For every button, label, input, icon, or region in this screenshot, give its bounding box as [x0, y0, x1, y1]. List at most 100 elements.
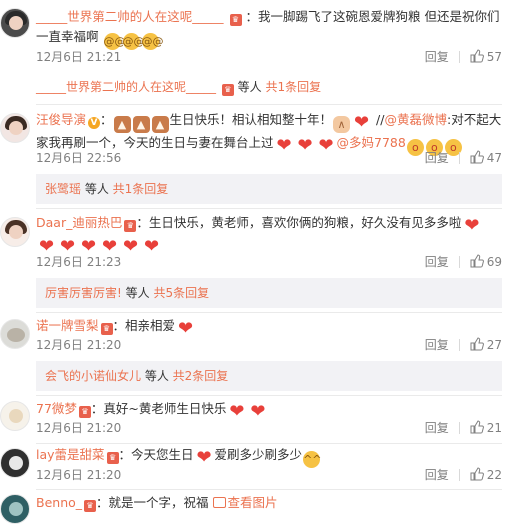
view-image-link[interactable]: 查看图片	[212, 495, 278, 510]
divider	[458, 256, 460, 268]
sub-reply-mid: 等人	[237, 80, 266, 94]
sub-reply-count-link[interactable]: 共1条回复	[266, 80, 322, 94]
comment-body: ：就是一个字，祝福	[96, 495, 209, 510]
fan-medal-icon: ♛	[78, 406, 91, 418]
sub-reply-count-link[interactable]: 共2条回复	[173, 369, 229, 383]
comment-meta: 12月6日 21:21 回复 57	[36, 47, 502, 67]
comment-meta: 12月6日 21:20 回复 21	[36, 418, 502, 438]
clasped-hands-emoji-icon: ∧	[333, 116, 351, 133]
comment-divider	[36, 104, 502, 105]
thumbs-up-icon	[470, 337, 484, 351]
comment-text: _____世界第二帅的人在这呢_____ ♛ ：我一脚踢飞了这碗恩爱牌狗粮 但还…	[36, 7, 502, 50]
comment-time: 12月6日 21:20	[36, 338, 122, 352]
sub-reply-author[interactable]: 张鹭瑶	[45, 182, 81, 196]
reply-button[interactable]: 回复	[425, 252, 449, 272]
like-button[interactable]: 47	[470, 148, 502, 168]
like-button[interactable]: 57	[470, 47, 502, 67]
like-count: 22	[486, 468, 502, 482]
image-icon	[212, 497, 226, 508]
comment-author[interactable]: Benno_	[36, 495, 82, 510]
fan-medal-icon: ♛	[221, 84, 234, 96]
comment-time: 12月6日 21:23	[36, 255, 122, 269]
comment-body: 生日快乐！相认相知整十年！	[169, 112, 333, 127]
like-count: 27	[486, 338, 502, 352]
sub-reply-mid: 等人	[121, 286, 154, 300]
comment-divider	[36, 443, 502, 444]
comment-text: 诺一牌雪梨 ♛ ：相亲相爱 ❤	[36, 316, 502, 338]
thumbs-up-icon	[470, 467, 484, 481]
comment-author[interactable]: lay蕾是甜菜	[36, 447, 105, 462]
fan-medal-icon: ♛	[100, 323, 113, 335]
comment-text: Daar_迪丽热巴 ♛ ：生日快乐，黄老师，喜欢你俩的狗粮，好久没有见多多啦 ❤❤ ❤ ❤…	[36, 213, 502, 256]
comment-author[interactable]: 汪俊导演	[36, 112, 86, 127]
sub-reply-summary[interactable]: 会飞的小诺仙女儿 等人 共2条回复	[36, 361, 502, 391]
comment-divider	[36, 395, 502, 396]
divider	[458, 422, 460, 434]
sub-reply-mid: 等人	[141, 369, 173, 383]
like-count: 47	[486, 151, 502, 165]
thumbs-up-icon	[470, 254, 484, 268]
comment-divider	[36, 208, 502, 209]
sub-reply-summary[interactable]: 张鹭瑶 等人 共1条回复	[36, 174, 502, 204]
avatar[interactable]	[0, 113, 30, 143]
like-button[interactable]: 22	[470, 465, 502, 485]
reply-button[interactable]: 回复	[425, 148, 449, 168]
fan-medal-icon: ♛	[84, 500, 97, 512]
comment-meta: 12月6日 21:20 回复 22	[36, 465, 502, 485]
heart-emoji-icon: ❤	[354, 112, 370, 133]
thumbs-up-icon	[470, 420, 484, 434]
comment-author[interactable]: Daar_迪丽热巴	[36, 215, 122, 230]
divider	[458, 469, 460, 481]
comment-body: ：相亲相爱	[112, 318, 176, 333]
comment-body: ：	[100, 112, 113, 127]
comment-time: 12月6日 21:20	[36, 421, 122, 435]
avatar[interactable]	[0, 8, 30, 38]
avatar[interactable]	[0, 319, 30, 349]
cake-emoji-icon: ▲	[113, 116, 131, 133]
sub-reply-author[interactable]: 会飞的小诺仙女儿	[45, 369, 141, 383]
heart-emoji-icon: ❤	[196, 447, 212, 468]
sub-reply-summary[interactable]: _____世界第二帅的人在这呢_____ ♛ 等人 共1条回复	[36, 72, 502, 102]
comment-time: 12月6日 22:56	[36, 151, 122, 165]
thumbs-up-icon	[470, 49, 484, 63]
like-button[interactable]: 21	[470, 418, 502, 438]
sub-reply-count-link[interactable]: 共1条回复	[113, 182, 169, 196]
comment-author[interactable]: _____世界第二帅的人在这呢_____	[36, 9, 224, 24]
avatar[interactable]	[0, 401, 30, 431]
like-button[interactable]: 69	[470, 252, 502, 272]
comment-body: 爱刷多少刷多少	[214, 447, 303, 462]
cake-emoji-icon: ▲	[132, 116, 150, 133]
comment-author[interactable]: 诺一牌雪梨	[36, 318, 99, 333]
like-button[interactable]: 27	[470, 335, 502, 355]
sub-reply-author[interactable]: _____世界第二帅的人在这呢_____	[36, 80, 216, 94]
comment-author[interactable]: 77微梦	[36, 401, 77, 416]
avatar[interactable]	[0, 494, 30, 524]
comment-divider	[36, 489, 502, 490]
like-count: 69	[486, 255, 502, 269]
comment-text: 77微梦 ♛ ：真好~黄老师生日快乐 ❤ ❤	[36, 399, 502, 421]
fan-medal-icon: ♛	[124, 220, 137, 232]
sub-reply-count-link[interactable]: 共5条回复	[153, 286, 209, 300]
fan-medal-icon: ♛	[106, 452, 119, 464]
comment-body: ：生日快乐，黄老师，喜欢你俩的狗粮，好久没有见多多啦	[136, 215, 462, 230]
mention-link[interactable]: @黄磊微博	[384, 112, 447, 127]
reply-button[interactable]: 回复	[425, 47, 449, 67]
like-count: 57	[486, 50, 502, 64]
reply-button[interactable]: 回复	[425, 465, 449, 485]
divider	[458, 339, 460, 351]
like-count: 21	[486, 421, 502, 435]
avatar[interactable]	[0, 217, 30, 247]
sub-reply-summary[interactable]: 厉害厉害厉害! 等人 共5条回复	[36, 278, 502, 308]
comment-time: 12月6日 21:21	[36, 50, 122, 64]
reply-button[interactable]: 回复	[425, 335, 449, 355]
comment-meta: 12月6日 21:23 回复 69	[36, 252, 502, 272]
reply-button[interactable]: 回复	[425, 418, 449, 438]
comment-time: 12月6日 21:20	[36, 468, 122, 482]
comment-body: ：今天您生日	[118, 447, 194, 462]
avatar[interactable]	[0, 448, 30, 478]
divider	[458, 51, 460, 63]
sub-reply-author[interactable]: 厉害厉害厉害!	[45, 286, 122, 300]
cake-emoji-icon: ▲	[151, 116, 169, 133]
thumbs-up-icon	[470, 150, 484, 164]
verified-badge-icon: V	[88, 117, 101, 129]
